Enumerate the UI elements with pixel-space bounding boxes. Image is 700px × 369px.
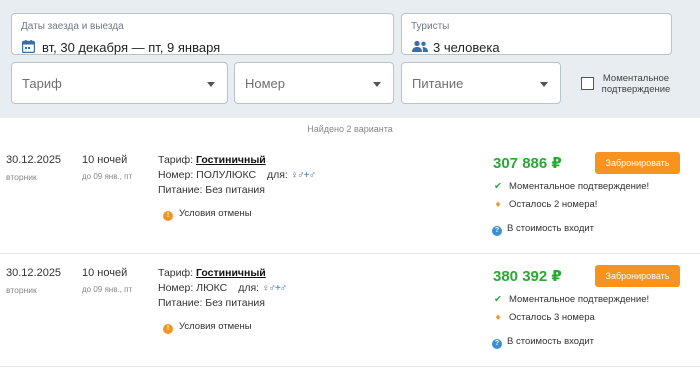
cancel-label: Условия отмены: [179, 208, 252, 219]
included-text: В стоимость входит: [507, 336, 595, 347]
question-icon: ?: [492, 339, 502, 349]
check-icon: ✔: [494, 181, 502, 192]
book-button[interactable]: Забронировать: [595, 152, 680, 174]
tourists-legend: Туристы: [411, 21, 450, 32]
tourists-field[interactable]: Туристы 3 человека: [401, 13, 672, 55]
tariff-link[interactable]: Гостиничный: [196, 267, 266, 279]
room-label: Номер:: [158, 169, 194, 181]
offer-weekday: вторник: [6, 285, 37, 295]
room-line: Номер: ПОЛУЛЮКС для: ♀♂+♂: [158, 169, 316, 181]
fire-icon: ♦: [495, 312, 501, 323]
offer-nights: 10 ночей: [82, 267, 128, 279]
room-select[interactable]: Номер: [234, 62, 394, 104]
meal-label: Питание:: [158, 297, 203, 309]
question-icon: ?: [492, 226, 502, 236]
results-count: Найдено 2 варианта: [307, 124, 393, 134]
instant-text: Моментальное подтверждение!: [509, 294, 650, 305]
tariff-label: Тариф:: [158, 154, 194, 166]
book-button[interactable]: Забронировать: [595, 265, 680, 287]
instant-label-line2: подтверждение: [601, 84, 671, 95]
people-icon: [412, 40, 428, 58]
info-icon: !: [163, 211, 173, 221]
offer-until: до 09 янв., пт: [82, 285, 133, 294]
tariff-line: Тариф: Гостиничный: [158, 267, 266, 279]
guests-icon: ♀♂+♂: [261, 283, 287, 294]
instant-confirmation-feature: ✔ Моментальное подтверждение!: [492, 181, 649, 192]
offer-until: до 09 янв., пт: [82, 172, 133, 181]
offer-row: 30.12.2025 вторник 10 ночей до 09 янв., …: [0, 253, 700, 369]
offer-nights: 10 ночей: [82, 154, 128, 166]
meal-select[interactable]: Питание: [401, 62, 561, 104]
room-type: ЛЮКС: [196, 282, 228, 294]
offer-row: 30.12.2025 вторник 10 ночей до 09 янв., …: [0, 140, 700, 250]
tariff-link[interactable]: Гостиничный: [196, 154, 266, 166]
chevron-down-icon: [540, 82, 548, 87]
meal-value: Без питания: [205, 297, 265, 309]
offer-price: 307 886 ₽: [493, 155, 562, 172]
tariff-placeholder: Тариф: [22, 76, 62, 91]
meal-line: Питание: Без питания: [158, 184, 265, 196]
rooms-left-feature: ♦ Осталось 2 номера!: [492, 199, 598, 210]
cancel-conditions-link[interactable]: ! Условия отмены: [163, 208, 252, 221]
room-line: Номер: ЛЮКС для: ♀♂+♂: [158, 282, 287, 294]
tariff-label: Тариф:: [158, 267, 194, 279]
instant-confirmation-feature: ✔ Моментальное подтверждение!: [492, 294, 649, 305]
instant-text: Моментальное подтверждение!: [509, 181, 650, 192]
dates-legend: Даты заезда и выезда: [21, 21, 124, 32]
chevron-down-icon: [373, 82, 381, 87]
calendar-icon: [21, 40, 36, 58]
tariff-line: Тариф: Гостиничный: [158, 154, 266, 166]
dates-field[interactable]: Даты заезда и выезда вт, 30 декабря — пт…: [11, 13, 394, 55]
included-link[interactable]: ? В стоимость входит: [492, 336, 594, 349]
meal-placeholder: Питание: [412, 76, 464, 91]
offer-weekday: вторник: [6, 172, 37, 182]
for-label: для:: [238, 282, 260, 294]
rooms-left-text: Осталось 3 номера: [509, 312, 595, 323]
instant-confirmation-checkbox[interactable]: [581, 77, 594, 90]
divider: [0, 366, 700, 367]
check-icon: ✔: [494, 294, 502, 305]
cancel-conditions-link[interactable]: ! Условия отмены: [163, 321, 252, 334]
meal-label: Питание:: [158, 184, 203, 196]
meal-value: Без питания: [205, 184, 265, 196]
instant-confirmation-label[interactable]: Моментальное подтверждение: [600, 73, 672, 95]
room-label: Номер:: [158, 282, 194, 294]
chevron-down-icon: [207, 82, 215, 87]
dates-value: вт, 30 декабря — пт, 9 января: [42, 40, 221, 55]
info-icon: !: [163, 324, 173, 334]
included-text: В стоимость входит: [507, 223, 595, 234]
guests-icon: ♀♂+♂: [290, 170, 316, 181]
tourists-value: 3 человека: [433, 40, 500, 55]
rooms-left-text: Осталось 2 номера!: [509, 199, 598, 210]
search-filters: Даты заезда и выезда вт, 30 декабря — пт…: [0, 0, 700, 118]
offer-date: 30.12.2025: [6, 154, 62, 166]
meal-line: Питание: Без питания: [158, 297, 265, 309]
offer-date: 30.12.2025: [6, 267, 62, 279]
room-type: ПОЛУЛЮКС: [196, 169, 257, 181]
room-placeholder: Номер: [245, 76, 286, 91]
for-label: для:: [266, 169, 288, 181]
rooms-left-feature: ♦ Осталось 3 номера: [492, 312, 595, 323]
tariff-select[interactable]: Тариф: [11, 62, 228, 104]
instant-label-line1: Моментальное: [602, 73, 670, 84]
cancel-label: Условия отмены: [179, 321, 252, 332]
offer-price: 380 392 ₽: [493, 268, 562, 285]
fire-icon: ♦: [495, 199, 501, 210]
included-link[interactable]: ? В стоимость входит: [492, 223, 594, 236]
